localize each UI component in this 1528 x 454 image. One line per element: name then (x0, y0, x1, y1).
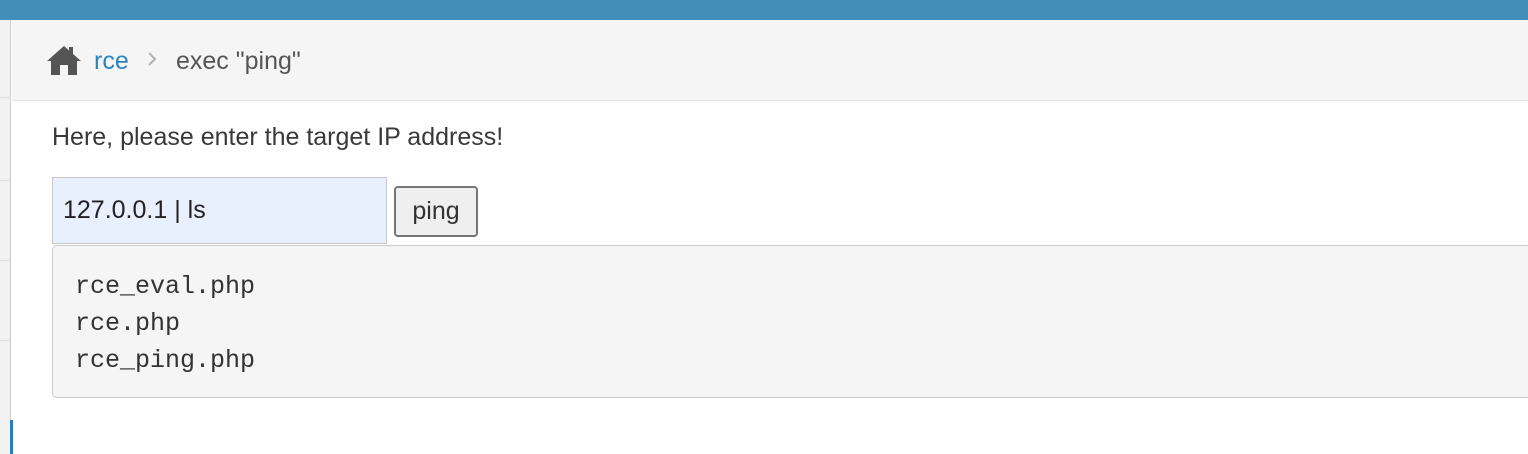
sidebar-divider (0, 97, 11, 98)
ip-address-input[interactable] (52, 177, 387, 244)
breadcrumb-current: exec "ping" (176, 47, 301, 75)
command-output: rce_eval.php rce.php rce_ping.php (52, 245, 1528, 398)
output-line: rce.php (75, 309, 181, 338)
breadcrumb: rce exec "ping" (12, 20, 1528, 101)
sidebar-divider (0, 180, 11, 181)
breadcrumb-link-rce[interactable]: rce (94, 46, 129, 76)
sidebar (0, 20, 11, 454)
sidebar-divider (0, 260, 11, 261)
sidebar-active-indicator (10, 420, 13, 454)
chevron-right-icon (146, 48, 160, 70)
top-navbar (0, 0, 1528, 20)
sidebar-divider (0, 340, 11, 341)
output-line: rce_eval.php (75, 272, 256, 301)
home-icon[interactable] (46, 44, 82, 76)
ip-prompt-label: Here, please enter the target IP address… (52, 123, 504, 151)
output-line: rce_ping.php (75, 346, 256, 375)
ping-button[interactable]: ping (394, 186, 478, 237)
